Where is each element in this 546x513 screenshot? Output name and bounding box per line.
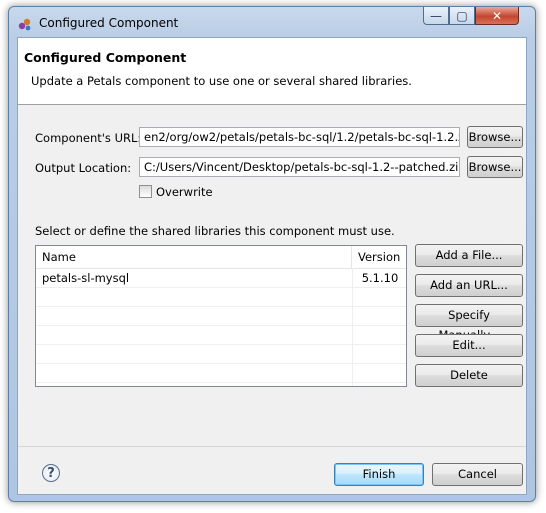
dialog-client-area: Configured Component Update a Petals com… — [17, 37, 527, 495]
eclipse-petals-app-icon — [18, 18, 31, 31]
component-url-label: Component's URL: — [35, 131, 142, 145]
library-name-cell: petals-sl-mysql — [42, 271, 130, 285]
finish-button[interactable]: Finish — [334, 463, 424, 486]
specify-manually-button[interactable]: Specify Manually... — [415, 304, 523, 342]
edit-button[interactable]: Edit... — [415, 334, 523, 357]
help-icon[interactable]: ? — [42, 464, 60, 482]
component-url-field[interactable]: en2/org/ow2/petals/petals-bc-sql/1.2/pet… — [139, 127, 460, 147]
column-header-name[interactable]: Name — [36, 246, 352, 268]
delete-button[interactable]: Delete — [415, 364, 523, 387]
maximize-icon: ▢ — [456, 9, 468, 23]
add-url-button-label: Add an URL... — [430, 278, 508, 292]
table-row-empty — [36, 288, 406, 307]
table-row-empty — [36, 345, 406, 364]
column-header-version[interactable]: Version — [352, 246, 406, 268]
page-description: Update a Petals component to use one or … — [31, 74, 412, 88]
add-url-button[interactable]: Add an URL... — [415, 274, 523, 297]
table-row-empty — [36, 326, 406, 345]
title-bar[interactable]: Configured Component — ▢ ✕ — [9, 7, 535, 37]
add-file-button[interactable]: Add a File... — [415, 244, 523, 267]
maximize-button[interactable]: ▢ — [449, 7, 475, 25]
cancel-button[interactable]: Cancel — [432, 463, 523, 486]
close-button[interactable]: ✕ — [475, 7, 519, 25]
edit-button-label: Edit... — [452, 338, 486, 352]
add-file-button-label: Add a File... — [435, 248, 503, 262]
dialog-window: Configured Component — ▢ ✕ Configured Co… — [8, 6, 536, 502]
overwrite-checkbox[interactable] — [139, 185, 152, 198]
finish-button-label: Finish — [362, 467, 396, 481]
table-row-empty — [36, 364, 406, 383]
browse-output-button[interactable]: Browse... — [467, 156, 523, 178]
close-icon: ✕ — [491, 9, 503, 23]
wizard-header: Configured Component Update a Petals com… — [18, 38, 526, 105]
overwrite-label[interactable]: Overwrite — [156, 185, 213, 199]
browse-output-button-label: Browse... — [468, 160, 522, 174]
cancel-button-label: Cancel — [458, 467, 497, 481]
delete-button-label: Delete — [450, 368, 488, 382]
page-title: Configured Component — [24, 50, 187, 65]
output-location-label: Output Location: — [35, 161, 132, 175]
table-row[interactable]: petals-sl-mysql 5.1.10 — [36, 269, 406, 288]
footer-separator — [18, 446, 526, 447]
window-title: Configured Component — [39, 16, 179, 30]
table-row-empty — [36, 307, 406, 326]
library-version-cell: 5.1.10 — [361, 271, 399, 285]
output-location-field[interactable]: C:/Users/Vincent/Desktop/petals-bc-sql-1… — [139, 157, 460, 177]
shared-libraries-table[interactable]: Name Version petals-sl-mysql 5.1.10 — [35, 245, 407, 387]
browse-url-button[interactable]: Browse... — [467, 126, 523, 148]
browse-url-button-label: Browse... — [468, 130, 522, 144]
table-header: Name Version — [36, 246, 406, 269]
minimize-button[interactable]: — — [423, 7, 449, 25]
minimize-icon: — — [430, 9, 442, 23]
libraries-instruction: Select or define the shared libraries th… — [35, 224, 395, 238]
